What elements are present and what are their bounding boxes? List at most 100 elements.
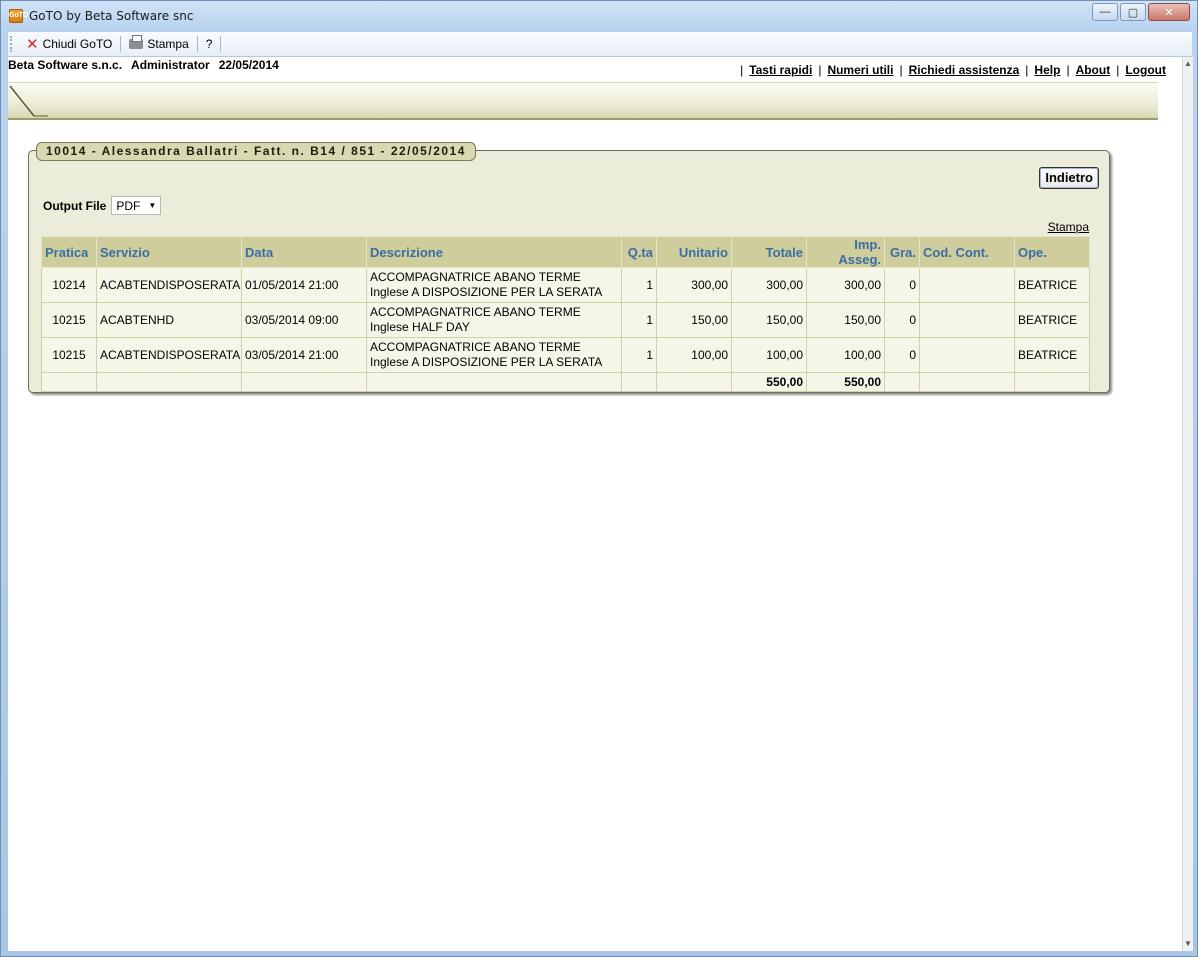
print-link[interactable]: Stampa — [1048, 220, 1089, 234]
link-logout[interactable]: Logout — [1125, 63, 1166, 77]
col-header-descrizione[interactable]: Descrizione — [366, 236, 622, 268]
cell-empty — [96, 372, 242, 392]
toolbar: ✕ Chiudi GoTO Stampa ? — [8, 32, 1192, 57]
table-row[interactable]: 10215 ACABTENDISPOSERATA 03/05/2014 21:0… — [41, 337, 1090, 373]
table-row[interactable]: 10215 ACABTENHD 03/05/2014 09:00 ACCOMPA… — [41, 302, 1090, 338]
cell-totale: 150,00 — [731, 302, 807, 338]
invoice-title: 10014 - Alessandra Ballatri - Fatt. n. B… — [36, 142, 476, 161]
print-button[interactable]: Stampa — [123, 34, 194, 54]
cell-data: 03/05/2014 09:00 — [241, 302, 367, 338]
cell-ope: BEATRICE — [1014, 302, 1090, 338]
maximize-button[interactable]: ▢ — [1120, 3, 1146, 21]
user-info: Beta Software s.n.c. Administrator 22/05/2… — [8, 58, 288, 72]
link-help[interactable]: Help — [1034, 63, 1060, 77]
cell-empty — [366, 372, 622, 392]
toolbar-separator — [220, 36, 222, 52]
invoice-panel: 10014 - Alessandra Ballatri - Fatt. n. B… — [28, 142, 1110, 393]
cell-cod-cont — [919, 302, 1015, 338]
cell-ope: BEATRICE — [1014, 267, 1090, 303]
cell-servizio: ACABTENHD — [96, 302, 242, 338]
chevron-down-icon: ▼ — [148, 201, 157, 210]
cell-data: 01/05/2014 21:00 — [241, 267, 367, 303]
close-x-icon: ✕ — [26, 35, 39, 53]
help-button[interactable]: ? — [200, 34, 219, 54]
link-about[interactable]: About — [1076, 63, 1111, 77]
cell-qta: 1 — [621, 337, 657, 373]
col-header-servizio[interactable]: Servizio — [96, 236, 242, 268]
cell-unitario: 100,00 — [656, 337, 732, 373]
cell-qta: 1 — [621, 302, 657, 338]
cell-gra: 0 — [884, 267, 920, 303]
services-table: Pratica Servizio Data Descrizione Q.ta U… — [41, 236, 1090, 392]
col-header-pratica[interactable]: Pratica — [41, 236, 97, 268]
cell-qta: 1 — [621, 267, 657, 303]
col-header-qta[interactable]: Q.ta — [621, 236, 657, 268]
cell-empty — [621, 372, 657, 392]
title-bar[interactable]: GoTO GoTO by Beta Software snc — ▢ ✕ — [1, 1, 1197, 31]
col-header-ope[interactable]: Ope. — [1014, 236, 1090, 268]
cell-cod-cont — [919, 267, 1015, 303]
link-tasti-rapidi[interactable]: Tasti rapidi — [749, 63, 812, 77]
col-header-imp-asseg[interactable]: Imp. Asseg. — [806, 236, 885, 268]
table-row[interactable]: 10214 ACABTENDISPOSERATA 01/05/2014 21:0… — [41, 267, 1090, 303]
link-separator: | — [740, 63, 744, 77]
scroll-up-icon[interactable]: ▲ — [1183, 57, 1193, 71]
cell-imp-asseg: 300,00 — [806, 267, 885, 303]
toolbar-grip[interactable] — [10, 36, 16, 52]
cell-servizio: ACABTENDISPOSERATA — [96, 267, 242, 303]
col-header-totale[interactable]: Totale — [731, 236, 807, 268]
minimize-button[interactable]: — — [1092, 3, 1118, 21]
cell-empty — [656, 372, 732, 392]
header-slash-decoration — [9, 85, 48, 117]
link-separator: | — [899, 63, 903, 77]
close-app-button[interactable]: ✕ Chiudi GoTO — [20, 34, 118, 54]
col-header-cod-cont[interactable]: Cod. Cont. — [919, 236, 1015, 268]
cell-empty — [919, 372, 1015, 392]
cell-ope: BEATRICE — [1014, 337, 1090, 373]
total-totale: 550,00 — [731, 372, 807, 392]
vertical-scrollbar[interactable]: ▲ ▼ — [1182, 57, 1193, 951]
cell-servizio: ACABTENDISPOSERATA — [96, 337, 242, 373]
col-header-gra[interactable]: Gra. — [884, 236, 920, 268]
cell-empty — [41, 372, 97, 392]
app-logo-icon: GoTO — [9, 9, 28, 23]
link-separator: | — [818, 63, 822, 77]
cell-unitario: 300,00 — [656, 267, 732, 303]
cell-empty — [884, 372, 920, 392]
toolbar-separator — [196, 36, 198, 52]
app-window: GoTO GoTO by Beta Software snc — ▢ ✕ ✕ C… — [0, 0, 1198, 957]
scroll-down-icon[interactable]: ▼ — [1183, 937, 1193, 951]
header-band — [8, 82, 1158, 120]
output-file-row: Output File PDF ▼ — [43, 196, 162, 215]
link-richiedi-assistenza[interactable]: Richiedi assistenza — [909, 63, 1020, 77]
cell-totale: 100,00 — [731, 337, 807, 373]
cell-empty — [241, 372, 367, 392]
col-header-unitario[interactable]: Unitario — [656, 236, 732, 268]
print-label: Stampa — [147, 37, 189, 51]
link-numeri-utili[interactable]: Numeri utili — [827, 63, 893, 77]
cell-gra: 0 — [884, 337, 920, 373]
link-separator: | — [1116, 63, 1120, 77]
cell-unitario: 150,00 — [656, 302, 732, 338]
cell-pratica: 10214 — [41, 267, 97, 303]
cell-descrizione: ACCOMPAGNATRICE ABANO TERME Inglese HALF… — [366, 302, 622, 338]
close-window-button[interactable]: ✕ — [1148, 3, 1190, 21]
cell-cod-cont — [919, 337, 1015, 373]
cell-gra: 0 — [884, 302, 920, 338]
total-imp-asseg: 550,00 — [806, 372, 885, 392]
window-title: GoTO by Beta Software snc — [29, 9, 194, 23]
cell-totale: 300,00 — [731, 267, 807, 303]
col-header-data[interactable]: Data — [241, 236, 367, 268]
cell-imp-asseg: 150,00 — [806, 302, 885, 338]
back-button[interactable]: Indietro — [1039, 167, 1099, 189]
current-date: 22/05/2014 — [218, 58, 279, 72]
close-app-label: Chiudi GoTO — [42, 37, 113, 51]
link-separator: | — [1025, 63, 1029, 77]
link-separator: | — [1066, 63, 1070, 77]
printer-icon — [129, 35, 144, 49]
user-name: Administrator — [131, 58, 210, 72]
output-file-label: Output File — [43, 198, 107, 213]
cell-descrizione: ACCOMPAGNATRICE ABANO TERME Inglese A DI… — [366, 337, 622, 373]
output-format-select[interactable]: PDF ▼ — [111, 196, 162, 215]
cell-descrizione: ACCOMPAGNATRICE ABANO TERME Inglese A DI… — [366, 267, 622, 303]
